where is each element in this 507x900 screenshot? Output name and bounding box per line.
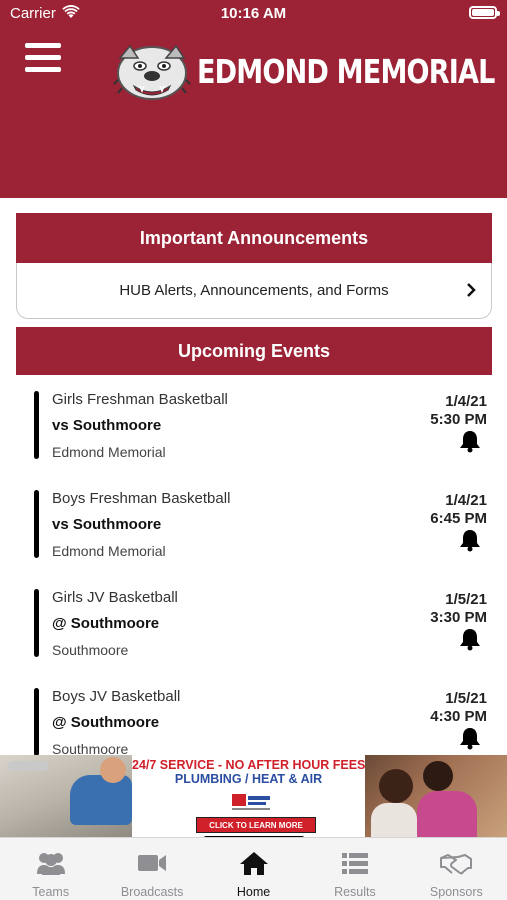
- event-time: 6:45 PM: [430, 510, 487, 527]
- people-icon: [36, 853, 65, 875]
- ad-plumber-photo: [0, 755, 132, 837]
- upcoming-events-card: Upcoming Events: [16, 327, 492, 375]
- event-item[interactable]: Girls JV Basketball @ Southmoore Southmo…: [16, 589, 492, 669]
- battery-icon: [469, 6, 500, 19]
- chevron-right-icon: [467, 283, 476, 297]
- event-opponent: @ Southmoore: [52, 714, 160, 731]
- event-accent-bar: [34, 688, 39, 756]
- tab-home[interactable]: Home: [203, 838, 304, 900]
- bell-icon[interactable]: [459, 429, 481, 453]
- tab-results[interactable]: Results: [304, 838, 405, 900]
- bell-icon[interactable]: [459, 627, 481, 651]
- school-name: EDMOND MEMORIAL: [197, 52, 495, 91]
- ad-family-photo: [365, 755, 507, 837]
- announcements-title: Important Announcements: [16, 213, 492, 263]
- event-date: 1/5/21: [445, 591, 487, 608]
- hub-alerts-link[interactable]: HUB Alerts, Announcements, and Forms: [16, 263, 492, 319]
- event-name: Boys JV Basketball: [52, 688, 181, 705]
- ad-learn-more-button[interactable]: CLICK TO LEARN MORE: [196, 817, 316, 833]
- event-date: 1/4/21: [445, 492, 487, 509]
- status-bar: Carrier 10:16 AM: [0, 0, 507, 28]
- event-accent-bar: [34, 589, 39, 657]
- video-camera-icon: [138, 855, 167, 871]
- event-opponent: @ Southmoore: [52, 615, 160, 632]
- event-item[interactable]: Boys Freshman Basketball vs Southmoore E…: [16, 490, 492, 570]
- hamburger-menu-icon[interactable]: [25, 43, 61, 73]
- event-accent-bar: [34, 490, 39, 558]
- event-name: Girls JV Basketball: [52, 589, 178, 606]
- tab-label: Broadcasts: [120, 885, 184, 899]
- hub-alerts-label: HUB Alerts, Announcements, and Forms: [119, 282, 389, 299]
- handshake-icon: [440, 854, 473, 875]
- event-time: 5:30 PM: [430, 411, 487, 428]
- app-header: Carrier 10:16 AM EDMOND MEMORIAL: [0, 0, 507, 198]
- tab-label: Results: [334, 885, 376, 899]
- list-icon: [341, 853, 368, 874]
- event-time: 4:30 PM: [430, 708, 487, 725]
- ad-subheadline: PLUMBING / HEAT & AIR: [174, 772, 323, 786]
- event-name: Boys Freshman Basketball: [52, 490, 231, 507]
- announcements-card: Important Announcements HUB Alerts, Anno…: [16, 213, 492, 319]
- bottom-tab-bar: Teams Broadcasts Home Results Sponsors: [0, 837, 507, 900]
- bulldog-logo: [113, 44, 191, 100]
- tab-label: Home: [236, 885, 271, 899]
- event-location: Southmoore: [52, 642, 129, 658]
- ad-headline: 24/7 SERVICE - NO AFTER HOUR FEES: [132, 758, 366, 772]
- event-location: Edmond Memorial: [52, 444, 166, 460]
- event-name: Girls Freshman Basketball: [52, 391, 228, 408]
- clock: 10:16 AM: [220, 5, 287, 22]
- sponsor-ad-banner[interactable]: 24/7 SERVICE - NO AFTER HOUR FEES PLUMBI…: [0, 755, 507, 837]
- tab-teams[interactable]: Teams: [0, 838, 101, 900]
- tab-label: Teams: [32, 885, 70, 899]
- tab-broadcasts[interactable]: Broadcasts: [101, 838, 202, 900]
- bell-icon[interactable]: [459, 528, 481, 552]
- event-date: 1/5/21: [445, 690, 487, 707]
- event-opponent: vs Southmoore: [52, 516, 162, 533]
- bell-icon[interactable]: [459, 726, 481, 750]
- tab-label: Sponsors: [429, 885, 483, 899]
- event-item[interactable]: Girls Freshman Basketball vs Southmoore …: [16, 391, 492, 471]
- event-opponent: vs Southmoore: [52, 417, 162, 434]
- tab-sponsors[interactable]: Sponsors: [406, 838, 507, 900]
- sponsor-logo: [232, 794, 270, 810]
- event-location: Edmond Memorial: [52, 543, 166, 559]
- event-accent-bar: [34, 391, 39, 459]
- event-date: 1/4/21: [445, 393, 487, 410]
- upcoming-events-title: Upcoming Events: [16, 327, 492, 375]
- event-time: 3:30 PM: [430, 609, 487, 626]
- home-icon: [239, 852, 268, 875]
- ad-text-panel: 24/7 SERVICE - NO AFTER HOUR FEES PLUMBI…: [132, 755, 365, 837]
